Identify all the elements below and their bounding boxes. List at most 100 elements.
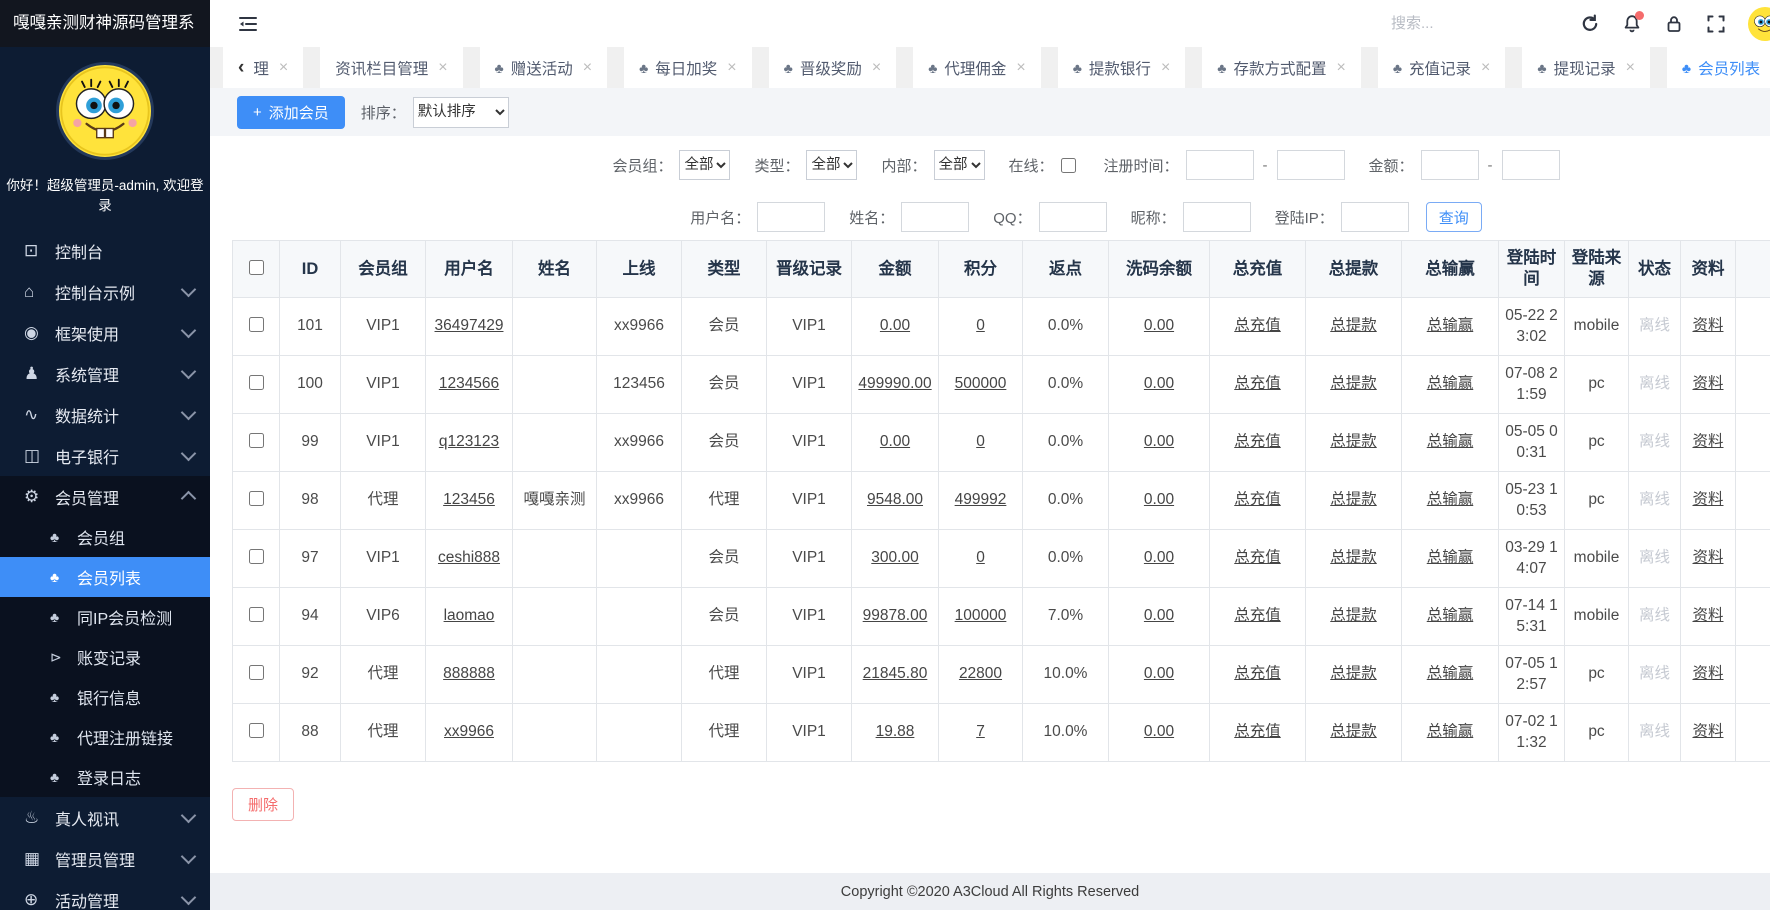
- close-icon[interactable]: ×: [1481, 59, 1490, 77]
- sidebar-item-管理员管理[interactable]: ▦管理员管理: [0, 838, 210, 879]
- tab-代理佣金[interactable]: ♣代理佣金×: [913, 47, 1041, 88]
- lock-icon[interactable]: [1664, 14, 1684, 34]
- internal-select[interactable]: 全部: [934, 150, 985, 180]
- withdraw-link[interactable]: 总提款: [1330, 375, 1377, 392]
- close-icon[interactable]: ×: [583, 59, 592, 77]
- sidebar-toggle-icon[interactable]: [237, 14, 259, 34]
- points-link[interactable]: 22800: [959, 665, 1002, 682]
- washcode-link[interactable]: 0.00: [1144, 375, 1174, 392]
- washcode-link[interactable]: 0.00: [1144, 723, 1174, 740]
- recharge-link[interactable]: 总充值: [1234, 317, 1281, 334]
- profile-link[interactable]: 资料: [1692, 491, 1723, 508]
- username-link[interactable]: ceshi888: [438, 549, 500, 566]
- points-link[interactable]: 499992: [955, 491, 1007, 508]
- close-icon[interactable]: ×: [1161, 59, 1170, 77]
- tab-每日加奖[interactable]: ♣每日加奖×: [624, 47, 752, 88]
- sidebar-item-控制台示例[interactable]: ⌂控制台示例: [0, 271, 210, 312]
- withdraw-link[interactable]: 总提款: [1330, 665, 1377, 682]
- tab-提款银行[interactable]: ♣提款银行×: [1058, 47, 1186, 88]
- regtime-end-input[interactable]: [1277, 150, 1345, 180]
- tab-理[interactable]: ‹理×: [223, 47, 303, 88]
- points-link[interactable]: 100000: [955, 607, 1007, 624]
- sidebar-subitem-会员组[interactable]: ♣会员组: [0, 517, 210, 557]
- username-link[interactable]: 888888: [443, 665, 495, 682]
- washcode-link[interactable]: 0.00: [1144, 317, 1174, 334]
- row-checkbox[interactable]: [249, 607, 264, 622]
- name-input[interactable]: [901, 202, 969, 232]
- withdraw-link[interactable]: 总提款: [1330, 317, 1377, 334]
- select-all-checkbox[interactable]: [249, 260, 264, 275]
- regtime-start-input[interactable]: [1186, 150, 1254, 180]
- username-link[interactable]: 123456: [443, 491, 495, 508]
- sidebar-item-控制台[interactable]: ⊡控制台: [0, 230, 210, 271]
- tab-晋级奖励[interactable]: ♣晋级奖励×: [769, 47, 897, 88]
- fullscreen-icon[interactable]: [1706, 14, 1726, 34]
- points-link[interactable]: 7: [976, 723, 985, 740]
- row-checkbox[interactable]: [249, 723, 264, 738]
- sidebar-item-电子银行[interactable]: ◫电子银行: [0, 435, 210, 476]
- username-link[interactable]: laomao: [444, 607, 495, 624]
- add-member-button[interactable]: + 添加会员: [237, 96, 345, 129]
- close-icon[interactable]: ×: [438, 59, 447, 77]
- search-input[interactable]: [1389, 14, 1558, 33]
- tab-资讯栏目管理[interactable]: 资讯栏目管理×: [320, 47, 462, 88]
- points-link[interactable]: 0: [976, 317, 985, 334]
- recharge-link[interactable]: 总充值: [1234, 665, 1281, 682]
- tab-存款方式配置[interactable]: ♣存款方式配置×: [1202, 47, 1361, 88]
- sort-select[interactable]: 默认排序: [413, 97, 509, 128]
- notifications-icon[interactable]: [1622, 14, 1642, 34]
- username-link[interactable]: 1234566: [439, 375, 499, 392]
- amount-link[interactable]: 499990.00: [858, 375, 931, 392]
- withdraw-link[interactable]: 总提款: [1330, 607, 1377, 624]
- chevron-left-icon[interactable]: ‹: [238, 57, 244, 79]
- sidebar-item-系统管理[interactable]: ♟系统管理: [0, 353, 210, 394]
- winloss-link[interactable]: 总输赢: [1427, 317, 1474, 334]
- sidebar-subitem-登录日志[interactable]: ♣登录日志: [0, 757, 210, 797]
- profile-link[interactable]: 资料: [1692, 317, 1723, 334]
- washcode-link[interactable]: 0.00: [1144, 549, 1174, 566]
- close-icon[interactable]: ×: [279, 59, 288, 77]
- tab-提现记录[interactable]: ♣提现记录×: [1522, 47, 1650, 88]
- recharge-link[interactable]: 总充值: [1234, 607, 1281, 624]
- sidebar-item-真人视讯[interactable]: ♨真人视讯: [0, 797, 210, 838]
- close-icon[interactable]: ×: [1626, 59, 1635, 77]
- amount-link[interactable]: 0.00: [880, 433, 910, 450]
- row-checkbox[interactable]: [249, 665, 264, 680]
- winloss-link[interactable]: 总输赢: [1427, 723, 1474, 740]
- withdraw-link[interactable]: 总提款: [1330, 549, 1377, 566]
- profile-link[interactable]: 资料: [1692, 723, 1723, 740]
- sidebar-item-会员管理[interactable]: ⚙会员管理: [0, 476, 210, 517]
- member-group-select[interactable]: 全部: [679, 150, 730, 180]
- row-checkbox[interactable]: [249, 491, 264, 506]
- close-icon[interactable]: ×: [872, 59, 881, 77]
- row-checkbox[interactable]: [249, 375, 264, 390]
- tab-充值记录[interactable]: ♣充值记录×: [1378, 47, 1506, 88]
- washcode-link[interactable]: 0.00: [1144, 607, 1174, 624]
- points-link[interactable]: 0: [976, 549, 985, 566]
- sidebar-subitem-代理注册链接[interactable]: ♣代理注册链接: [0, 717, 210, 757]
- profile-link[interactable]: 资料: [1692, 433, 1723, 450]
- recharge-link[interactable]: 总充值: [1234, 491, 1281, 508]
- sidebar-subitem-同IP会员检测[interactable]: ♣同IP会员检测: [0, 597, 210, 637]
- sidebar-item-框架使用[interactable]: ◉框架使用: [0, 312, 210, 353]
- delete-button[interactable]: 删除: [232, 788, 294, 821]
- row-checkbox[interactable]: [249, 317, 264, 332]
- amount-link[interactable]: 99878.00: [863, 607, 928, 624]
- withdraw-link[interactable]: 总提款: [1330, 491, 1377, 508]
- qq-input[interactable]: [1039, 202, 1107, 232]
- winloss-link[interactable]: 总输赢: [1427, 433, 1474, 450]
- close-icon[interactable]: ×: [1016, 59, 1025, 77]
- washcode-link[interactable]: 0.00: [1144, 433, 1174, 450]
- recharge-link[interactable]: 总充值: [1234, 549, 1281, 566]
- nickname-input[interactable]: [1183, 202, 1251, 232]
- loginip-input[interactable]: [1341, 202, 1409, 232]
- topbar-avatar[interactable]: [1748, 7, 1770, 41]
- profile-link[interactable]: 资料: [1692, 549, 1723, 566]
- amount-link[interactable]: 21845.80: [863, 665, 928, 682]
- withdraw-link[interactable]: 总提款: [1330, 433, 1377, 450]
- tab-会员列表[interactable]: ♣会员列表: [1667, 47, 1770, 88]
- tab-赠送活动[interactable]: ♣赠送活动×: [480, 47, 608, 88]
- username-link[interactable]: 36497429: [435, 317, 504, 334]
- amount-link[interactable]: 0.00: [880, 317, 910, 334]
- winloss-link[interactable]: 总输赢: [1427, 607, 1474, 624]
